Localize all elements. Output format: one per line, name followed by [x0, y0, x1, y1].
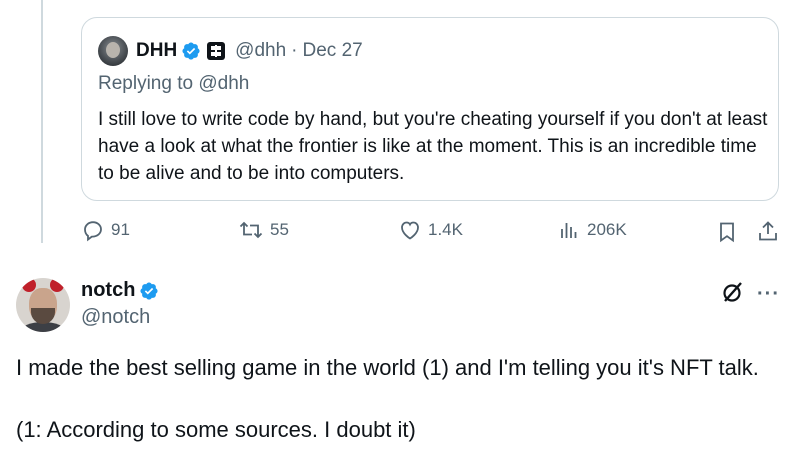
quoted-tweet-header: DHH @dhh · Dec 27 — [98, 35, 363, 67]
author-handle[interactable]: @notch — [81, 306, 150, 329]
date-separator: · — [291, 40, 298, 61]
quoted-author-handle[interactable]: @dhh — [235, 40, 286, 62]
author-name-row: notch — [81, 279, 159, 302]
author-name[interactable]: notch — [81, 279, 135, 302]
heart-icon — [401, 221, 419, 240]
thread-connector-line — [41, 0, 43, 243]
more-icon[interactable]: ··· — [757, 283, 780, 306]
repost-button[interactable]: 55 — [238, 218, 289, 242]
tweet-text-footnote: (1: According to some sources. I doubt i… — [16, 417, 416, 442]
views-icon — [561, 223, 577, 238]
repost-icon — [239, 221, 263, 239]
quoted-author-avatar[interactable] — [98, 36, 128, 66]
like-button[interactable]: 1.4K — [398, 218, 463, 242]
verified-badge-icon — [182, 42, 200, 60]
bookmark-icon[interactable] — [715, 220, 739, 244]
reply-icon — [84, 221, 102, 242]
tweet-text: I made the best selling game in the worl… — [16, 352, 786, 445]
views-button[interactable]: 206K — [557, 218, 627, 242]
quoted-tweet-text: I still love to write code by hand, but … — [98, 109, 768, 184]
repost-count: 55 — [270, 220, 289, 239]
quoted-tweet-card[interactable]: DHH @dhh · Dec 27 Replying to @dhh I sti… — [81, 17, 779, 201]
views-count: 206K — [587, 220, 627, 239]
quoted-author-name[interactable]: DHH — [136, 40, 177, 62]
share-icon[interactable] — [756, 219, 780, 243]
reply-count: 91 — [111, 220, 130, 239]
tweet-text-line: I made the best selling game in the worl… — [16, 355, 759, 380]
like-count: 1.4K — [428, 220, 463, 239]
quoted-tweet-date[interactable]: Dec 27 — [303, 40, 363, 62]
grok-icon[interactable] — [720, 279, 746, 305]
replying-to-label: Replying to @dhh — [98, 73, 250, 94]
tweet-action-bar: 91 55 1.4K 206K — [81, 218, 781, 248]
notch-avatar[interactable] — [16, 278, 70, 332]
reply-button[interactable]: 91 — [81, 218, 130, 242]
timeline: DHH @dhh · Dec 27 Replying to @dhh I sti… — [0, 0, 809, 469]
affiliate-badge-icon — [207, 42, 226, 60]
verified-badge-icon — [140, 281, 158, 300]
